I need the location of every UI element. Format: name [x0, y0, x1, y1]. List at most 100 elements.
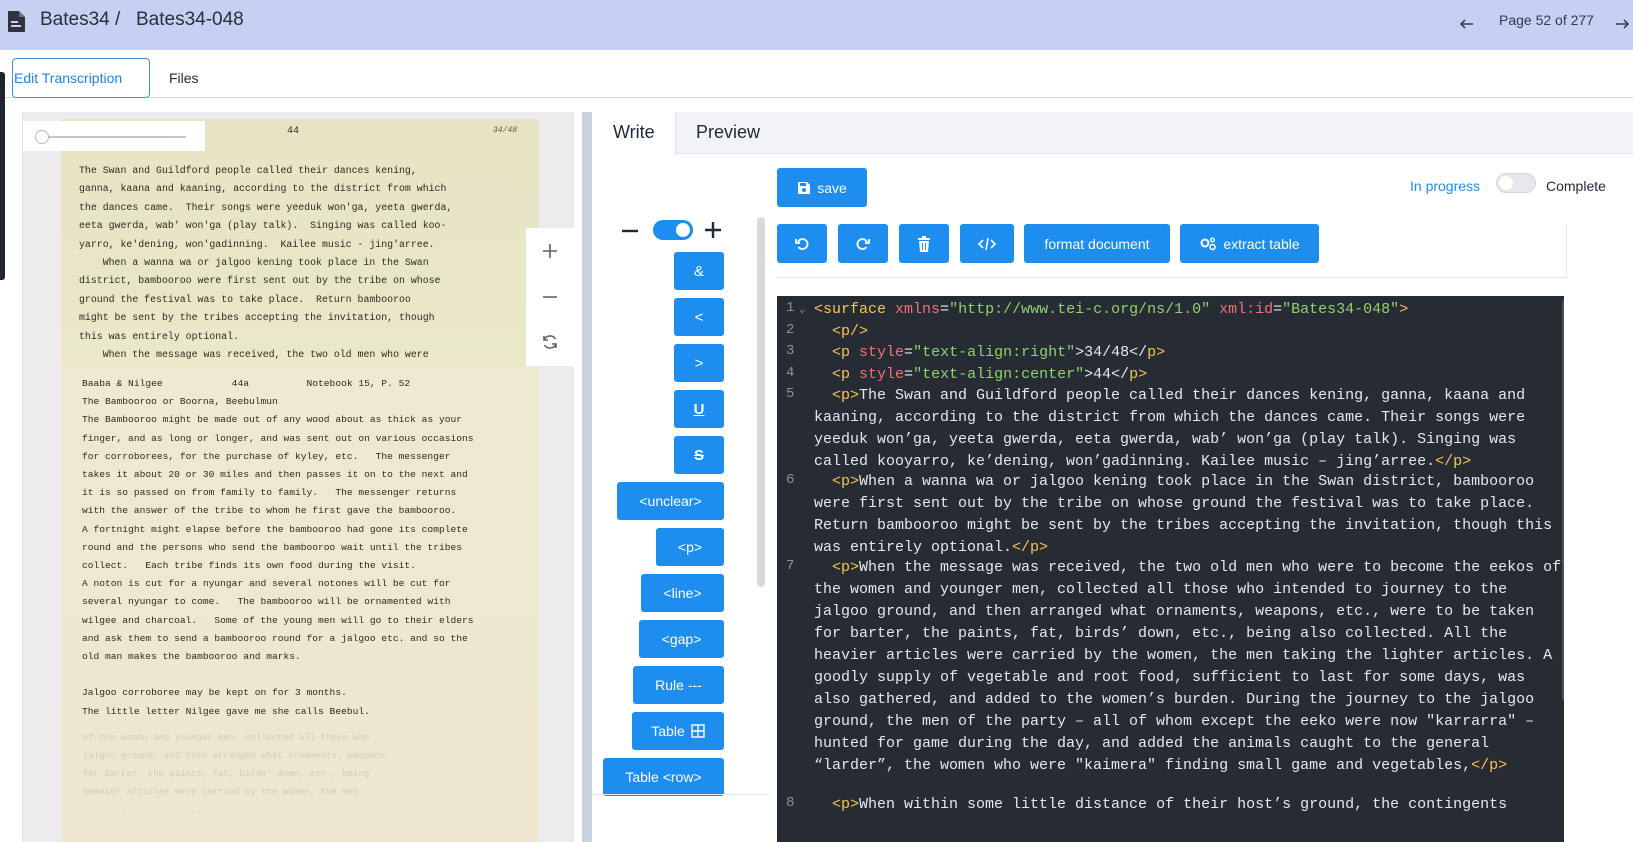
panel-splitter[interactable]	[582, 112, 592, 842]
code-view-button[interactable]	[960, 224, 1014, 263]
floppy-disk-icon	[798, 181, 811, 194]
page-indicator: Page 52 of 277	[1499, 12, 1594, 28]
zoom-slider-track[interactable]	[41, 136, 186, 138]
save-button[interactable]: save	[777, 168, 867, 207]
redo-icon	[856, 237, 870, 250]
extract-table-label: extract table	[1223, 235, 1300, 252]
insert-rule-label: Rule ---	[655, 677, 702, 693]
redo-button[interactable]	[838, 224, 888, 263]
zoom-slider-handle[interactable]	[35, 130, 49, 144]
underline-label: U	[693, 400, 705, 418]
palette-shrink-icon[interactable]	[619, 220, 641, 242]
palette-toggle[interactable]	[653, 220, 693, 240]
insert-ampersand-button[interactable]: &	[674, 252, 724, 290]
tab-preview[interactable]: Preview	[696, 112, 760, 152]
insert-table-row-button[interactable]: Table <row>	[603, 758, 724, 796]
insert-less-than-button[interactable]: <	[674, 298, 724, 336]
xml-code-editor[interactable]: 1 ⌄ <surface xmlns="http://www.tei-c.org…	[777, 296, 1564, 842]
insert-greater-than-label: >	[694, 354, 704, 372]
palette-toggle-knob	[676, 223, 690, 237]
line-number: 7	[786, 558, 795, 574]
breadcrumb-document: Bates34-048	[136, 9, 244, 30]
line-number: 6	[786, 472, 795, 488]
line-number: 8	[786, 795, 795, 811]
scan-typed-text-insert: Baaba & Nilgee 44a Notebook 15, P. 52 Th…	[82, 378, 474, 717]
format-document-label: format document	[1044, 235, 1150, 252]
delete-button[interactable]	[899, 224, 949, 263]
trash-icon	[918, 235, 930, 252]
insert-line-tag-button[interactable]: <line>	[641, 574, 724, 612]
scan-typed-text-top: The Swan and Guildford people called the…	[79, 165, 453, 361]
fold-chevron-icon[interactable]: ⌄	[799, 302, 806, 316]
completion-toggle-knob	[1499, 176, 1513, 190]
rotate-reset-icon[interactable]	[539, 331, 561, 353]
side-panel-handle[interactable]	[0, 72, 5, 280]
previous-page-arrow-icon[interactable]	[1455, 12, 1479, 36]
palette-divider	[592, 794, 770, 795]
transcription-editor: Write Preview save In progress Complete	[592, 112, 1633, 842]
tag-palette: & < > U S <unclear> <p> <line> <gap> Rul…	[592, 210, 770, 842]
insert-paragraph-tag-label: <p>	[677, 539, 703, 555]
scanned-page-image[interactable]: 44 34/48 The Swan and Guildford people c…	[61, 119, 539, 842]
scan-page-number: 44	[287, 126, 300, 137]
insert-greater-than-button[interactable]: >	[674, 344, 724, 382]
format-document-button[interactable]: format document	[1024, 224, 1170, 263]
palette-scrollbar[interactable]	[757, 217, 765, 587]
zoom-in-icon[interactable]	[539, 240, 561, 262]
insert-paragraph-tag-button[interactable]: <p>	[656, 528, 724, 566]
completion-toggle[interactable]	[1496, 173, 1536, 193]
code-line[interactable]: <surface xmlns="http://www.tei-c.org/ns/…	[814, 299, 1564, 321]
image-viewer[interactable]: 44 34/48 The Swan and Guildford people c…	[22, 112, 574, 842]
insert-line-tag-label: <line>	[663, 585, 702, 601]
table-grid-icon	[691, 724, 705, 738]
code-line[interactable]: <p>When within some little distance of t…	[814, 794, 1564, 816]
insert-rule-button[interactable]: Rule ---	[633, 666, 724, 704]
page-tabs	[0, 50, 1633, 98]
image-zoom-tools	[526, 228, 574, 366]
underline-button[interactable]: U	[674, 390, 724, 428]
line-number: 5	[786, 386, 795, 402]
tab-edit-transcription[interactable]: Edit Transcription	[12, 58, 150, 98]
gears-icon	[1200, 237, 1217, 250]
code-line[interactable]: <p>The Swan and Guildford people called …	[814, 385, 1564, 473]
editor-tabs: Write Preview	[592, 112, 1633, 155]
code-line[interactable]: <p>When the message was received, the tw…	[814, 557, 1564, 777]
top-header: Bates34 / Bates34-048 Page 52 of 277	[0, 0, 1633, 50]
editor-toolbar: format document extract table	[777, 224, 1567, 278]
code-line[interactable]: <p>When a wanna wa or jalgoo kening took…	[814, 471, 1564, 559]
document-icon	[8, 11, 25, 32]
palette-grow-icon[interactable]	[702, 219, 724, 241]
save-button-label: save	[817, 179, 847, 196]
insert-unclear-tag-label: <unclear>	[639, 493, 702, 509]
strikethrough-label: S	[693, 446, 704, 464]
breadcrumb-collection[interactable]: Bates34 /	[40, 9, 120, 31]
insert-less-than-label: <	[694, 308, 704, 326]
code-line[interactable]: <p/>	[814, 321, 1564, 343]
insert-table-label: Table	[651, 723, 685, 739]
undo-button[interactable]	[777, 224, 827, 263]
code-icon	[978, 237, 996, 250]
scan-page-reference: 34/48	[493, 126, 518, 135]
tab-write[interactable]: Write	[592, 112, 676, 155]
insert-unclear-tag-button[interactable]: <unclear>	[617, 482, 724, 520]
insert-gap-tag-label: <gap>	[661, 631, 702, 647]
extract-table-button[interactable]: extract table	[1180, 224, 1319, 263]
line-number: 2	[786, 322, 795, 338]
line-number: 4	[786, 365, 795, 381]
insert-table-button[interactable]: Table	[632, 712, 724, 750]
strikethrough-button[interactable]: S	[674, 436, 724, 474]
zoom-out-icon[interactable]	[539, 286, 561, 308]
zoom-slider[interactable]	[23, 121, 205, 151]
tab-files[interactable]: Files	[169, 70, 199, 86]
insert-table-row-label: Table <row>	[625, 769, 702, 785]
undo-icon	[795, 237, 809, 250]
next-page-arrow-icon[interactable]	[1610, 12, 1633, 36]
code-line[interactable]: <p style="text-align:center">44</p>	[814, 364, 1564, 386]
code-line[interactable]: <p style="text-align:right">34/48</p>	[814, 342, 1564, 364]
status-in-progress-label: In progress	[1410, 178, 1481, 194]
line-number: 3	[786, 343, 795, 359]
status-complete-label: Complete	[1546, 178, 1606, 194]
scan-bleed-through-text: of the women and younger men, collected …	[83, 733, 386, 815]
insert-ampersand-label: &	[693, 262, 704, 280]
insert-gap-tag-button[interactable]: <gap>	[639, 620, 724, 658]
